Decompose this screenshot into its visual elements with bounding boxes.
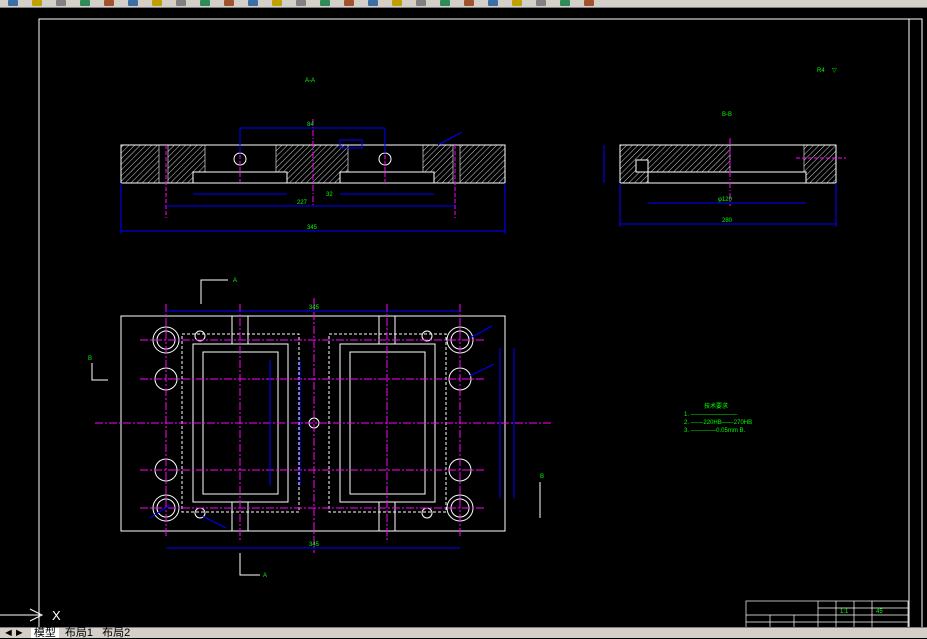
print-icon[interactable] [80,0,90,6]
tech-line-3: 3. ──────0.05mm B. [684,428,746,434]
section-b-label: B-B [722,112,732,118]
technical-requirements: 技术要求 1. ─────────── 2. ───220HB——270HB 3… [684,402,752,434]
view-marker-b1: B [88,356,92,362]
new-icon[interactable] [8,0,18,6]
cad-drawing[interactable]: A-A 345 84 227 32 B-B 280 φ120 R4 ▽ 345 … [0,8,927,627]
dim-top-inner: 227 [297,200,308,206]
dim-plan-bottom: 345 [309,542,320,548]
designcenter-icon[interactable] [392,0,402,6]
cut-icon[interactable] [128,0,138,6]
save-icon[interactable] [56,0,66,6]
view-marker-a1: A [233,278,237,284]
dim-top-thick: 32 [326,192,333,198]
preview-icon[interactable] [104,0,114,6]
calc-icon[interactable] [488,0,498,6]
dim-right-width: 280 [722,218,733,224]
redo-icon[interactable] [248,0,258,6]
layer-prev-icon[interactable] [584,0,594,6]
roughness-symbol: ▽ [832,68,837,74]
tech-line-2: 2. ───220HB——270HB [684,420,752,426]
copy-icon[interactable] [152,0,162,6]
undo-icon[interactable] [224,0,234,6]
pan-icon[interactable] [272,0,282,6]
title-block [745,600,909,627]
help-icon[interactable] [512,0,522,6]
match-icon[interactable] [200,0,210,6]
layout-tabs: ◄► 模型 布局1 布局2 [0,627,927,639]
view-marker-a2: A [263,573,267,579]
standard-toolbar [0,0,927,8]
open-icon[interactable] [32,0,42,6]
zoom-previous-icon[interactable] [344,0,354,6]
dim-top-center: 84 [307,122,314,128]
section-a-a: A-A 345 84 227 32 [120,78,506,234]
model-space-canvas[interactable]: A-A 345 84 227 32 B-B 280 φ120 R4 ▽ 345 … [0,8,927,627]
layer-state-icon[interactable] [560,0,570,6]
section-a-label: A-A [305,78,315,84]
sheetset-icon[interactable] [440,0,450,6]
view-marker-b2: B [540,474,544,480]
title-scale: 1:1 [840,609,849,615]
ucs-x-label: X [52,608,61,623]
zoom-window-icon[interactable] [320,0,330,6]
ucs-icon: X [0,608,61,623]
toolpalette-icon[interactable] [416,0,426,6]
tech-line-1: 1. ─────────── [684,412,738,418]
dim-plan-width: 345 [309,305,320,311]
paste-icon[interactable] [176,0,186,6]
plan-view: 345 345 A A B B [88,278,553,579]
dim-top-width: 345 [307,225,318,231]
drawing-border [38,18,923,627]
layer-icon[interactable] [536,0,546,6]
properties-icon[interactable] [368,0,378,6]
dim-right-inner: φ120 [718,197,733,203]
title-material: 45 [876,609,883,615]
zoom-realtime-icon[interactable] [296,0,306,6]
tech-title: 技术要求 [704,402,728,410]
section-b-b: B-B 280 φ120 [603,112,846,227]
roughness-value: R4 [817,68,825,74]
markup-icon[interactable] [464,0,474,6]
